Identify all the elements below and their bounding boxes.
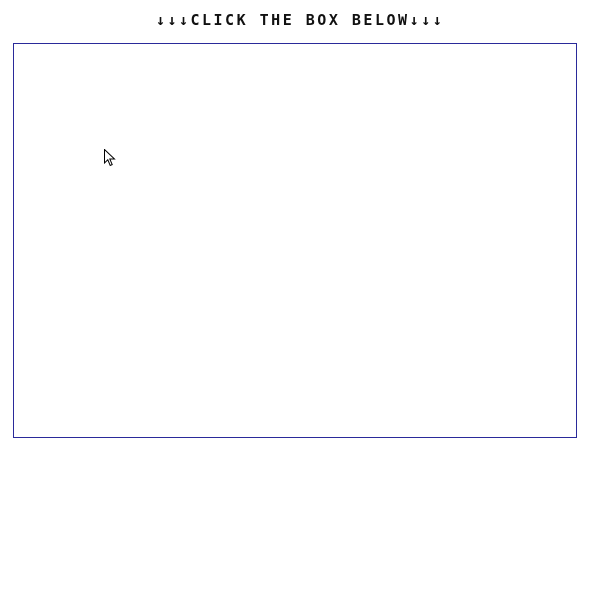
click-target-box[interactable] [13, 43, 577, 438]
instruction-text: ↓↓↓CLICK THE BOX BELOW↓↓↓ [155, 11, 445, 29]
